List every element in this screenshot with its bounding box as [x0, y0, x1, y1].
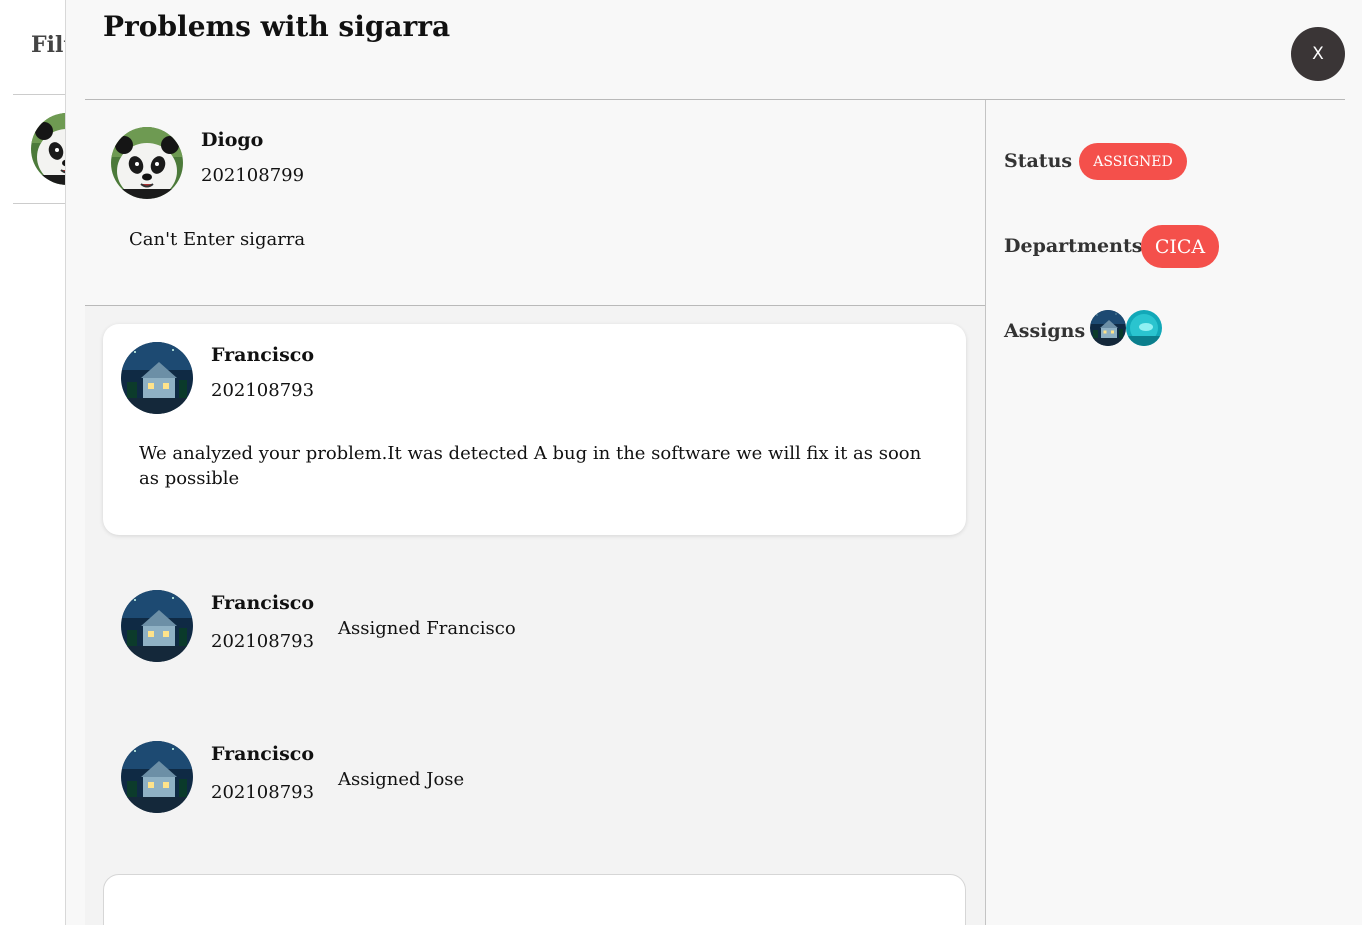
author-name: Francisco [211, 344, 315, 366]
avatar [111, 127, 183, 199]
ticket-thread: Francisco 202108793 We analyzed your pro… [85, 306, 985, 925]
event-text: Assigned Francisco [338, 618, 516, 639]
close-icon: X [1312, 44, 1324, 64]
author-name: Diogo [201, 129, 264, 151]
status-badge: ASSIGNED [1079, 143, 1187, 180]
event-text: Assigned Jose [338, 769, 465, 790]
avatar [121, 741, 193, 813]
departments-label: Departments [1004, 235, 1143, 257]
page-title: Problems with sigarra [103, 10, 451, 43]
list-item: Francisco 202108793 Assigned Francisco [103, 572, 966, 662]
author-name: Francisco [211, 743, 315, 765]
ticket-description: Can't Enter sigarra [129, 229, 306, 250]
department-badge: CICA [1141, 225, 1219, 268]
author-name: Francisco [211, 592, 315, 614]
divider [13, 94, 73, 95]
author-id: 202108793 [211, 380, 315, 401]
assignee-avatar [1126, 310, 1162, 346]
author-id: 202108793 [211, 631, 315, 652]
list-item: Francisco 202108793 Assigned Jose [103, 723, 966, 813]
avatar [121, 590, 193, 662]
avatar [121, 342, 193, 414]
ticket-sidebar: Status ASSIGNED Departments CICA Assigns [986, 100, 1362, 925]
close-button[interactable]: X [1291, 27, 1345, 81]
assignee-avatar [1090, 310, 1126, 346]
assigns-label: Assigns [1004, 320, 1086, 342]
author-id: 202108793 [211, 782, 315, 803]
reply-box[interactable] [103, 874, 966, 925]
ticket-modal: Problems with sigarra X Diogo 202108799 … [65, 0, 1362, 925]
divider [13, 203, 73, 204]
status-label: Status [1004, 150, 1073, 172]
author-id: 202108799 [201, 165, 305, 186]
comment-card: Francisco 202108793 We analyzed your pro… [103, 324, 966, 535]
comment-text: We analyzed your problem.It was detected… [139, 443, 922, 489]
ticket-main: Diogo 202108799 Can't Enter sigarra Fran… [85, 100, 985, 925]
